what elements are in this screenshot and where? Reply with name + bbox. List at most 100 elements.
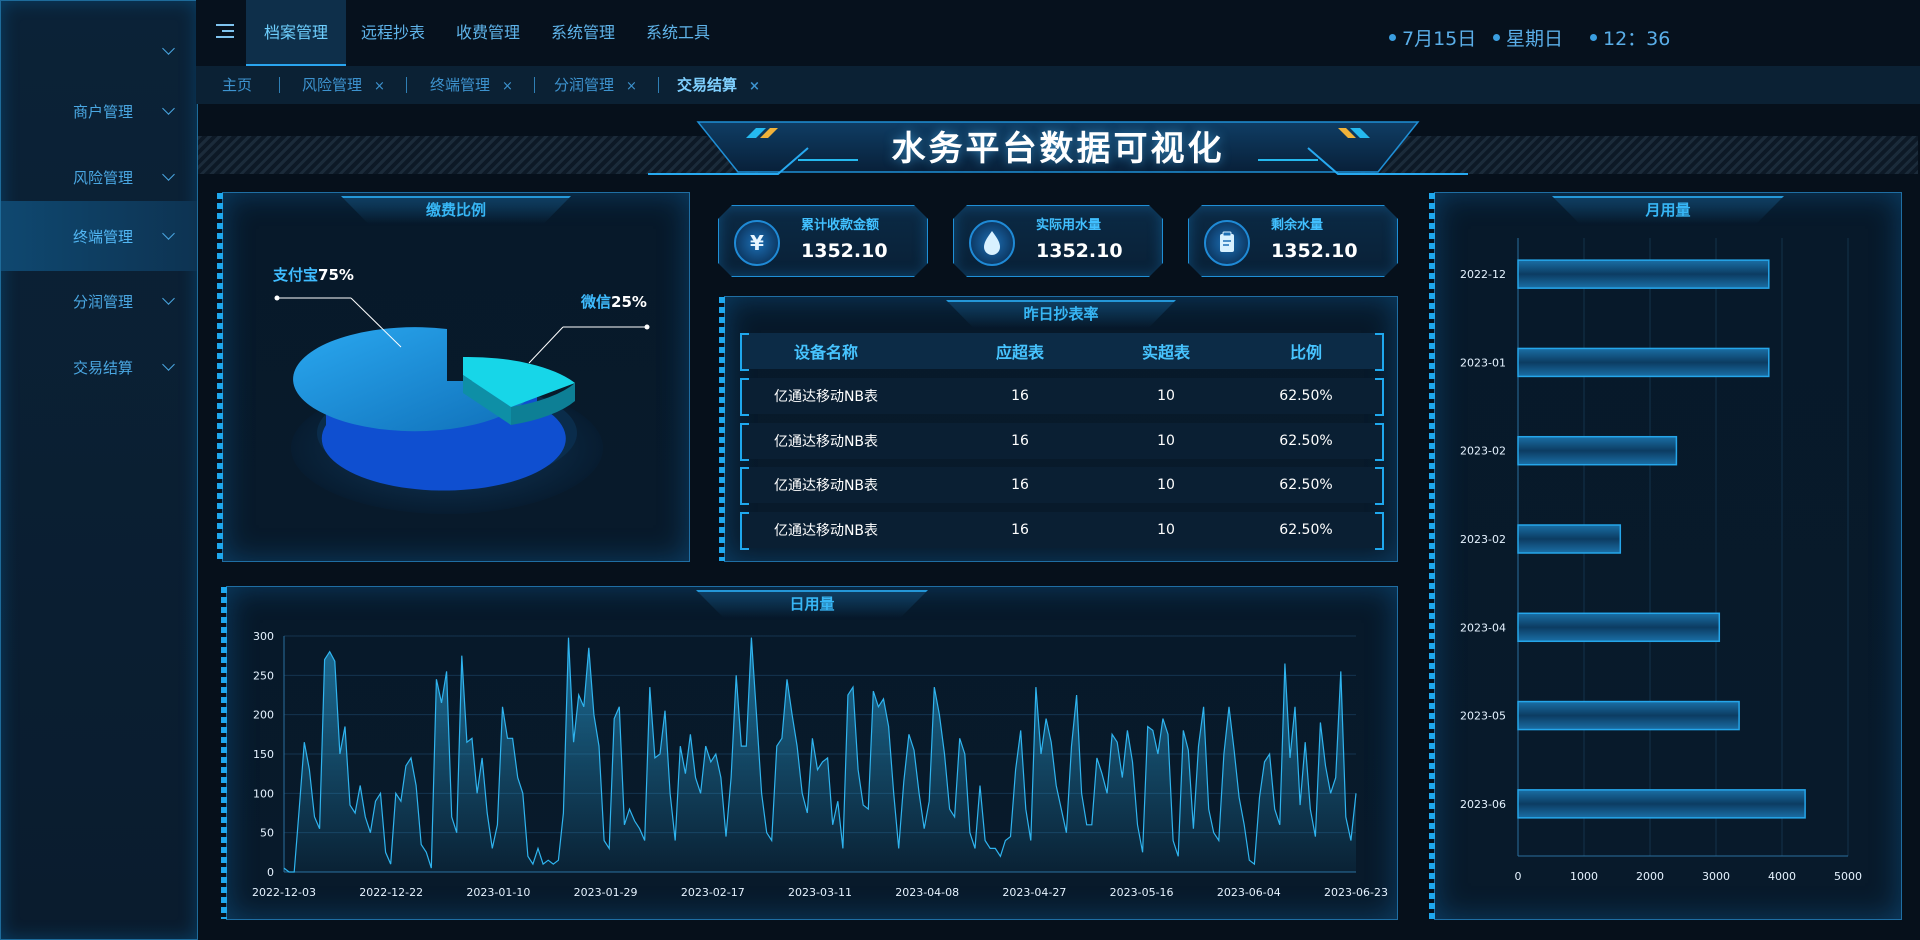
category-label: 2023-04 [1460, 621, 1506, 634]
y-tick-label: 100 [253, 787, 274, 800]
x-tick-label: 2023-06-04 [1217, 886, 1281, 899]
nav-tab-remote-reading[interactable]: 远程抄表 [343, 0, 443, 66]
weekday-display: 星期日 [1493, 24, 1563, 51]
x-tick-label: 2023-01-10 [466, 886, 530, 899]
nav-tab-billing[interactable]: 收费管理 [438, 0, 538, 66]
time-display: 12：36 [1590, 24, 1670, 51]
monthly-bar [1517, 259, 1770, 289]
cell-ratio: 62.50% [1279, 433, 1333, 449]
sidebar-item-label: 终端管理 [72, 227, 133, 246]
monthly-bar [1517, 700, 1740, 731]
x-tick-label: 2023-04-08 [895, 886, 959, 899]
nav-tab-system-admin[interactable]: 系统管理 [533, 0, 633, 66]
y-tick-label: 300 [253, 630, 274, 643]
tab-profit[interactable]: 分润管理 × [554, 66, 637, 104]
menu-toggle-icon[interactable] [216, 24, 234, 40]
nav-tab-system-tools[interactable]: 系统工具 [628, 0, 728, 66]
cell-ratio: 62.50% [1279, 477, 1333, 493]
page-title: 水务平台数据可视化 [891, 129, 1225, 169]
chevron-down-icon [162, 227, 175, 240]
x-tick-label: 2023-01-29 [574, 886, 638, 899]
cell-actual: 10 [1157, 477, 1175, 493]
panel-title: 日用量 [696, 590, 928, 618]
close-icon[interactable]: × [374, 79, 385, 94]
x-tick-label: 1000 [1570, 870, 1598, 883]
sidebar-item-settlement[interactable]: 交易结算 [1, 337, 197, 397]
cell-device: 亿通达移动NB表 [773, 389, 879, 405]
cell-expected: 16 [1011, 388, 1029, 404]
kpi-value: 1352.10 [801, 240, 888, 262]
close-icon[interactable]: × [626, 79, 637, 94]
column-header: 应超表 [995, 343, 1044, 362]
cell-device: 亿通达移动NB表 [773, 523, 879, 539]
sidebar-item-label: 交易结算 [72, 358, 133, 377]
cell-actual: 10 [1157, 522, 1175, 538]
cell-ratio: 62.50% [1279, 522, 1333, 538]
x-tick-label: 0 [1515, 870, 1522, 883]
y-tick-label: 0 [267, 866, 274, 879]
cell-actual: 10 [1157, 388, 1175, 404]
x-tick-label: 3000 [1702, 870, 1730, 883]
column-header: 比例 [1289, 343, 1322, 362]
kpi-remaining-water: 剩余水量 1352.10 [1188, 205, 1398, 277]
tab-settlement[interactable]: 交易结算 × [677, 66, 760, 104]
tab-risk[interactable]: 风险管理 × [302, 66, 385, 104]
monthly-bar [1517, 789, 1806, 819]
x-tick-label: 2023-05-16 [1110, 886, 1174, 899]
monthly-usage-chart: 0 1000 2000 3000 4000 5000 2022-12 2023-01 2023-… [1460, 238, 1862, 883]
clipboard-icon [1204, 220, 1250, 266]
table-row[interactable]: 亿通达移动NB表 16 10 62.50% [740, 512, 1384, 550]
kpi-total-collected: ¥ 累计收款金额 1352.10 [718, 205, 928, 277]
sidebar-item-label: 商户管理 [72, 102, 133, 121]
table-row[interactable]: 亿通达移动NB表 16 10 62.50% [740, 423, 1384, 461]
monthly-bar [1517, 524, 1622, 554]
x-tick-label: 2023-02-17 [681, 886, 745, 899]
kpi-label: 剩余水量 [1271, 218, 1324, 233]
y-tick-label: 200 [253, 709, 274, 722]
panel-title: 昨日抄表率 [946, 300, 1176, 328]
kpi-label: 累计收款金额 [801, 218, 880, 233]
sidebar-item-collapsed[interactable] [1, 21, 197, 81]
x-tick-label: 2022-12-22 [359, 886, 423, 899]
monthly-bar [1517, 435, 1678, 466]
x-tick-label: 2023-04-27 [1002, 886, 1066, 899]
chevron-down-icon [162, 102, 175, 115]
table-row[interactable]: 亿通达移动NB表 16 10 62.50% [740, 378, 1384, 416]
payment-ratio-panel: 缴费比例 支付宝75% 微信25% [217, 192, 690, 562]
title-banner: 水务平台数据可视化 [198, 118, 1918, 180]
sidebar-item-label: 分润管理 [72, 292, 133, 311]
sidebar-item-merchant[interactable]: 商户管理 [1, 81, 197, 141]
pie-label-wechat: 微信25% [581, 293, 647, 311]
sidebar-item-profit[interactable]: 分润管理 [1, 271, 197, 331]
daily-usage-chart: 0 50 100 150 200 250 300 2022-12-03 2022-12-22 20… [252, 630, 1388, 899]
table-row[interactable]: 亿通达移动NB表 16 10 62.50% [740, 467, 1384, 505]
cell-actual: 10 [1157, 433, 1175, 449]
category-label: 2023-02 [1460, 445, 1506, 458]
tab-home[interactable]: 主页 [222, 66, 252, 104]
daily-usage-area [284, 637, 1356, 872]
category-label: 2023-05 [1460, 710, 1506, 723]
close-icon[interactable]: × [749, 79, 760, 94]
sidebar-item-terminal[interactable]: 终端管理 [1, 201, 197, 271]
y-tick-label: 150 [253, 748, 274, 761]
close-icon[interactable]: × [502, 79, 513, 94]
chevron-down-icon [162, 358, 175, 371]
yen-icon: ¥ [734, 220, 780, 266]
x-tick-label: 2022-12-03 [252, 886, 316, 899]
kpi-actual-water: 实际用水量 1352.10 [953, 205, 1163, 277]
sidebar-item-label: 风险管理 [72, 168, 133, 187]
category-label: 2023-01 [1460, 356, 1506, 369]
tab-terminal[interactable]: 终端管理 × [430, 66, 513, 104]
x-tick-label: 4000 [1768, 870, 1796, 883]
cell-ratio: 62.50% [1279, 388, 1333, 404]
top-nav: 档案管理 远程抄表 收费管理 系统管理 系统工具 7月15日 星期日 12：36 [196, 0, 1920, 66]
nav-tab-archive[interactable]: 档案管理 [246, 0, 347, 66]
table-header-row: 设备名称 应超表 实超表 比例 [740, 333, 1384, 371]
y-tick-label: 50 [260, 827, 274, 840]
tab-bar: 主页 风险管理 × 终端管理 × 分润管理 × 交易结算 × [196, 66, 1920, 104]
cell-expected: 16 [1011, 477, 1029, 493]
sidebar-item-risk[interactable]: 风险管理 [1, 147, 197, 207]
cell-device: 亿通达移动NB表 [773, 434, 879, 450]
cell-device: 亿通达移动NB表 [773, 478, 879, 494]
kpi-label: 实际用水量 [1036, 218, 1102, 233]
